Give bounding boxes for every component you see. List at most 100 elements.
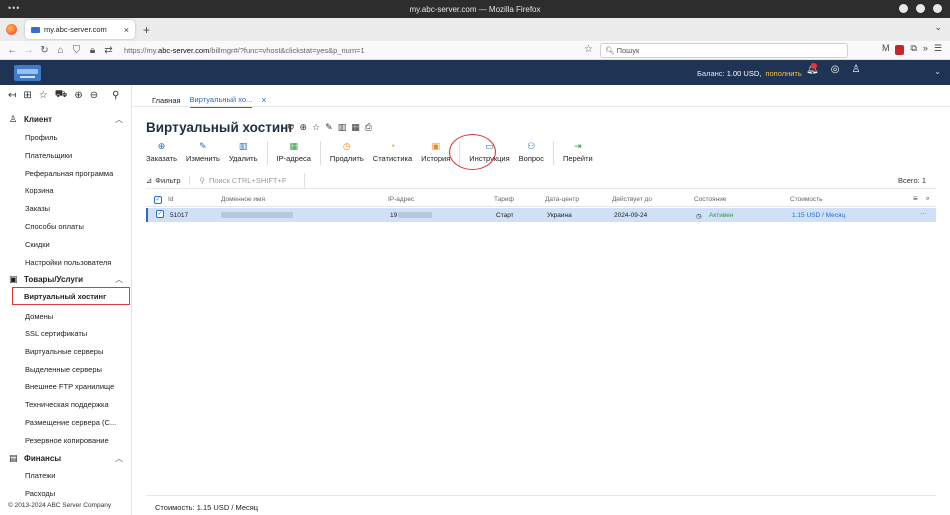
sidebar-item-payments[interactable]: Платежи bbox=[0, 471, 132, 480]
tab-close-icon[interactable]: × bbox=[124, 25, 129, 35]
sidebar-item-expenses[interactable]: Расходы bbox=[0, 489, 132, 498]
balance-value: 1.00 USD, bbox=[726, 69, 762, 78]
minimize-button[interactable] bbox=[899, 4, 908, 13]
lock-icon[interactable]: 🔒︎ bbox=[86, 45, 99, 56]
close-window-button[interactable] bbox=[933, 4, 942, 13]
browser-search-box[interactable]: 🔍︎ Пошук bbox=[600, 43, 848, 58]
pin-icon[interactable]: ✎ bbox=[325, 122, 333, 133]
sidebar-item-ssl[interactable]: SSL сертификаты bbox=[0, 329, 132, 338]
history-icon: ▣ bbox=[431, 141, 440, 151]
breadcrumb-home[interactable]: Главная bbox=[152, 96, 181, 105]
sidebar-item-support[interactable]: Техническая поддержка bbox=[0, 400, 132, 409]
column-valid-until[interactable]: Действует до bbox=[612, 196, 652, 203]
row-checkbox[interactable]: ✓ bbox=[156, 210, 164, 218]
sidebar-item-domains[interactable]: Домены bbox=[0, 312, 132, 321]
sidebar-group-finance[interactable]: ▤ Финансы ︿ bbox=[0, 453, 132, 464]
column-status[interactable]: Состояние bbox=[694, 196, 726, 203]
delete-button[interactable]: ▥ Удалить bbox=[229, 141, 258, 165]
title-actions: ↻ ⊕ ☆ ✎ ▥ ▦ ⎙ bbox=[287, 122, 372, 133]
sidebar-item-payers[interactable]: Плательщики bbox=[0, 151, 132, 160]
columns-icon[interactable]: ▥ bbox=[338, 122, 347, 133]
tracking-shield-icon[interactable]: ⛉ bbox=[70, 45, 83, 56]
sidebar-item-user-settings[interactable]: Настройки пользователя bbox=[0, 258, 132, 267]
select-all-checkbox[interactable]: ✓ bbox=[154, 196, 162, 204]
close-tab-icon[interactable]: × bbox=[261, 95, 266, 105]
table-header: ✓ Id Доменное имя IP-адрес Тариф Дата-це… bbox=[146, 192, 936, 207]
main-content: Главная Виртуальный хо... × Виртуальный … bbox=[132, 85, 950, 515]
sidebar-item-ftp-storage[interactable]: Внешнее FTP хранилище bbox=[0, 382, 132, 391]
extension-shield-icon[interactable] bbox=[895, 45, 905, 55]
remove-icon[interactable]: ⊖ bbox=[90, 90, 98, 101]
column-settings-icon[interactable]: ≡ bbox=[913, 194, 918, 203]
overflow-icon[interactable]: » bbox=[923, 43, 928, 55]
menu-icon[interactable]: ☰ bbox=[934, 43, 942, 55]
column-datacenter[interactable]: Дата-центр bbox=[545, 196, 579, 203]
sidebar-item-colocation[interactable]: Размещение сервера (С... bbox=[0, 418, 132, 427]
sidebar-group-products[interactable]: ▣ Товары/Услуги ︿ bbox=[0, 274, 132, 285]
column-tariff[interactable]: Тариф bbox=[494, 196, 514, 203]
order-button[interactable]: ⊕ Заказать bbox=[146, 141, 177, 165]
table-search-input[interactable]: ⚲ Поиск CTRL+SHIFT+F bbox=[200, 172, 305, 189]
sidebar-item-vps[interactable]: Виртуальные серверы bbox=[0, 347, 132, 356]
address-bar[interactable]: https://my.abc-server.com/billmgr#/?func… bbox=[124, 46, 584, 55]
window-menu-icon[interactable]: ••• bbox=[8, 3, 20, 13]
sidebar-item-payment-methods[interactable]: Способы оплаты bbox=[0, 222, 132, 231]
ip-addresses-button[interactable]: ▦ IP-адреса bbox=[277, 141, 311, 165]
header-chevron-icon[interactable]: ⌄ bbox=[934, 67, 941, 76]
globe-icon[interactable]: ⊕ bbox=[300, 122, 308, 133]
extensions-icon[interactable]: ⧉ bbox=[910, 43, 916, 55]
cart-icon[interactable]: ⛟ bbox=[55, 89, 68, 102]
user-account-icon[interactable]: ♙ bbox=[851, 64, 860, 75]
sidebar-item-backup[interactable]: Резервное копирование bbox=[0, 436, 132, 445]
tree-icon[interactable]: ⊞ bbox=[23, 90, 31, 101]
topup-link[interactable]: пополнить bbox=[765, 69, 801, 78]
renew-button[interactable]: ◷ Продлить bbox=[330, 141, 364, 165]
column-cost[interactable]: Стоимость bbox=[790, 196, 823, 203]
edit-button[interactable]: ✎ Изменить bbox=[186, 141, 220, 165]
maximize-button[interactable] bbox=[916, 4, 925, 13]
sidebar-item-cart[interactable]: Корзина bbox=[0, 186, 132, 195]
new-tab-button[interactable]: + bbox=[143, 23, 150, 37]
sidebar-item-virtual-hosting[interactable]: Виртуальный хостинг bbox=[12, 287, 130, 305]
notifications-bell-icon[interactable]: 🔔︎ bbox=[806, 63, 819, 75]
row-actions-icon[interactable]: ··· bbox=[920, 210, 927, 217]
add-icon[interactable]: ⊕ bbox=[74, 90, 82, 101]
column-ip[interactable]: IP-адрес bbox=[388, 196, 414, 203]
refresh-icon[interactable]: ↻ bbox=[287, 122, 295, 133]
column-id[interactable]: Id bbox=[168, 196, 173, 203]
goto-button[interactable]: ⇥ Перейти bbox=[563, 141, 593, 165]
goto-label: Перейти bbox=[562, 154, 593, 163]
sidebar-search-icon[interactable]: ⚲ bbox=[112, 90, 119, 101]
table-row[interactable]: ✓ 51017 19 Старт Украина 2024-09-24 ◷ Ак… bbox=[146, 208, 936, 222]
history-button[interactable]: ▣ История bbox=[421, 141, 450, 165]
forward-icon[interactable]: → bbox=[22, 45, 35, 56]
tab-list-chevron-icon[interactable]: ⌄ bbox=[934, 22, 942, 33]
sidebar-item-discounts[interactable]: Скидки bbox=[0, 240, 132, 249]
export-icon[interactable]: ▦ bbox=[351, 122, 360, 133]
reload-icon[interactable]: ↻ bbox=[38, 45, 51, 56]
star-icon[interactable]: ☆ bbox=[39, 90, 48, 101]
statistics-button[interactable]: ◔ Статистика bbox=[373, 141, 412, 165]
sidebar-item-dedicated[interactable]: Выделенные серверы bbox=[0, 365, 132, 374]
sidebar-item-profile[interactable]: Профиль bbox=[0, 133, 132, 142]
column-domain[interactable]: Доменное имя bbox=[221, 196, 265, 203]
home-icon[interactable]: ⌂ bbox=[54, 45, 67, 56]
dot-icon[interactable]: ∘ bbox=[925, 194, 930, 203]
question-button[interactable]: ⚇ Вопрос bbox=[519, 141, 544, 165]
collapse-back-icon[interactable]: ↤ bbox=[8, 90, 16, 101]
sidebar-item-referral[interactable]: Реферальная программа bbox=[0, 169, 132, 178]
sidebar-item-orders[interactable]: Заказы bbox=[0, 204, 132, 213]
bookmark-star-icon[interactable]: ☆ bbox=[584, 44, 593, 55]
back-icon[interactable]: ← bbox=[6, 45, 19, 56]
tab-bar: my.abc-server.com × + ⌄ bbox=[0, 18, 950, 41]
permissions-icon[interactable]: ⇄ bbox=[102, 45, 115, 56]
browser-tab[interactable]: my.abc-server.com × bbox=[25, 20, 135, 39]
print-icon[interactable]: ⎙ bbox=[365, 122, 372, 133]
cell-ip-redacted bbox=[398, 212, 432, 218]
support-headset-icon[interactable]: ◎ bbox=[831, 64, 840, 75]
abc-server-logo[interactable] bbox=[14, 64, 41, 81]
favorite-star-icon[interactable]: ☆ bbox=[312, 122, 320, 133]
filter-button[interactable]: ⊿ Фильтр bbox=[146, 176, 190, 185]
sidebar-group-client[interactable]: ♙ Клиент ︿ bbox=[0, 114, 132, 125]
gmail-icon[interactable]: M bbox=[882, 43, 890, 55]
